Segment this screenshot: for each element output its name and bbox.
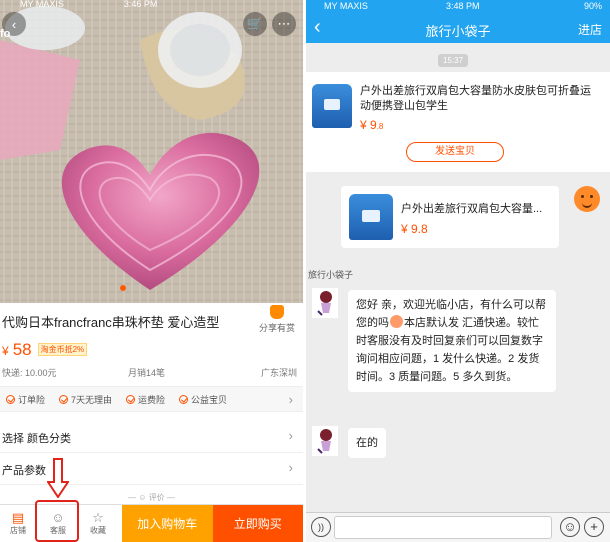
chat-title: 旅行小袋子 [425,24,491,39]
favorite-label: 收藏 [90,526,106,535]
star-icon: ☆ [92,510,104,525]
chevron-right-icon: › [288,460,293,475]
carrier-label: MY MAXIS [324,1,368,11]
share-button[interactable]: 分享有赏 [257,305,297,334]
favorite-button[interactable]: ☆ 收藏 [80,505,116,542]
timestamp-chip: 15:37 [438,54,469,67]
add-to-cart-button[interactable]: 加入购物车 [122,505,213,542]
chat-input-bar: )) ☺ + [306,512,610,542]
product-detail-screen: MY MAXIS 3:46 PM ‹ fo 🛒 ⋯ 代购日本francfranc… [0,0,303,542]
option-label: 产品参数 [2,465,46,477]
more-button[interactable]: ⋯ [272,12,296,36]
title-row: 代购日本francfranc串珠杯垫 爱心造型 分享有赏 [0,303,303,339]
monthly-sales: 月销14笔 [128,368,166,378]
cart-icon: 🛒 [246,16,264,31]
check-circle-icon [59,394,69,404]
share-label: 分享有赏 [258,323,295,333]
backpack-thumbnail [312,84,352,128]
product-photo [0,0,303,303]
send-product-button[interactable]: 发送宝贝 [406,142,504,162]
carrier-label: MY MAXIS [20,0,64,9]
chat-screen: MY MAXIS 3:48 PM 90% ‹ 旅行小袋子 进店 15:37 户外… [306,0,610,542]
chat-header: MY MAXIS 3:48 PM 90% ‹ 旅行小袋子 进店 [306,0,610,43]
product-title: 代购日本francfranc串珠杯垫 爱心造型 [2,315,220,330]
shop-button[interactable]: ▤ 店铺 [0,505,36,542]
gift-icon [270,305,284,319]
emoji-icon[interactable]: ☺ [560,517,580,537]
more-icon: ⋯ [277,16,291,31]
service-guarantees[interactable]: 订单险 7天无理由 运费险 公益宝贝 › [0,386,303,412]
shop-avatar[interactable] [312,288,338,318]
voice-icon[interactable]: )) [311,517,331,537]
shipping-fee: 快递: 10.00元 [2,368,57,378]
check-circle-icon [6,394,15,404]
store-icon: ▤ [11,510,25,525]
chevron-right-icon: › [288,428,293,443]
service-item: 7天无理由 [59,393,112,406]
reply-message: 您好 亲，欢迎光临小店，有什么可以帮您的吗 本店默认发 汇通快递。较忙时客服没有及… [348,290,556,392]
red-down-arrow-icon [47,458,69,498]
emoji-face-icon [390,315,403,328]
product-image[interactable]: MY MAXIS 3:46 PM ‹ fo 🛒 ⋯ [0,0,303,303]
sender-name: 旅行小袋子 [308,270,354,280]
clock-label: 3:46 PM [123,0,158,9]
product-card-price: ¥ 9.8 [360,118,384,132]
shop-avatar[interactable] [312,426,338,456]
sent-product-bubble[interactable]: 户外出差旅行双肩包大容量... ¥ 9.8 [341,186,559,248]
overlay-text: fo [0,28,11,40]
service-item: 运费险 [126,393,165,406]
message-input[interactable] [334,516,552,539]
service-item: 订单险 [6,393,45,406]
carousel-indicator [120,285,126,291]
service-item: 公益宝贝 [179,393,227,406]
chevron-left-icon: ‹ [11,16,17,32]
coin-discount-badge: 淘金币抵2% [37,343,88,356]
reply-message: 在的 [348,428,386,458]
cart-button[interactable]: 🛒 [243,12,267,36]
option-label: 选择 颜色分类 [2,433,72,445]
option-select-color[interactable]: 选择 颜色分类 › [0,421,303,453]
plus-icon[interactable]: + [584,517,604,537]
option-product-params[interactable]: 产品参数 › [0,453,303,485]
enter-shop-link[interactable]: 进店 [578,21,602,38]
buy-now-button[interactable]: 立即购买 [212,505,303,542]
status-bar: MY MAXIS 3:46 PM [0,0,303,10]
user-avatar[interactable] [574,186,600,212]
shop-label: 店铺 [10,526,26,535]
product-card-title: 户外出差旅行双肩包大容量防水皮肤包可折叠运动便携登山包学生 [360,85,591,112]
backpack-thumbnail [349,194,393,240]
price-row: ¥ 58 淘金币抵2% [2,340,88,362]
chevron-right-icon: › [288,391,293,407]
highlight-box [35,500,79,542]
location: 广东深圳 [260,368,297,378]
sent-product-price: ¥ 9.8 [401,222,428,236]
sent-product-title: 户外出差旅行双肩包大容量... [401,203,543,215]
product-card[interactable]: 户外出差旅行双肩包大容量防水皮肤包可折叠运动便携登山包学生 ¥ 9.8 发送宝贝 [306,72,610,172]
check-circle-icon [179,394,189,404]
price-value: 58 [12,340,32,359]
currency-symbol: ¥ [2,344,9,358]
check-circle-icon [126,394,136,404]
battery-label: 90% [583,1,602,11]
clock-label: 3:48 PM [446,1,480,11]
